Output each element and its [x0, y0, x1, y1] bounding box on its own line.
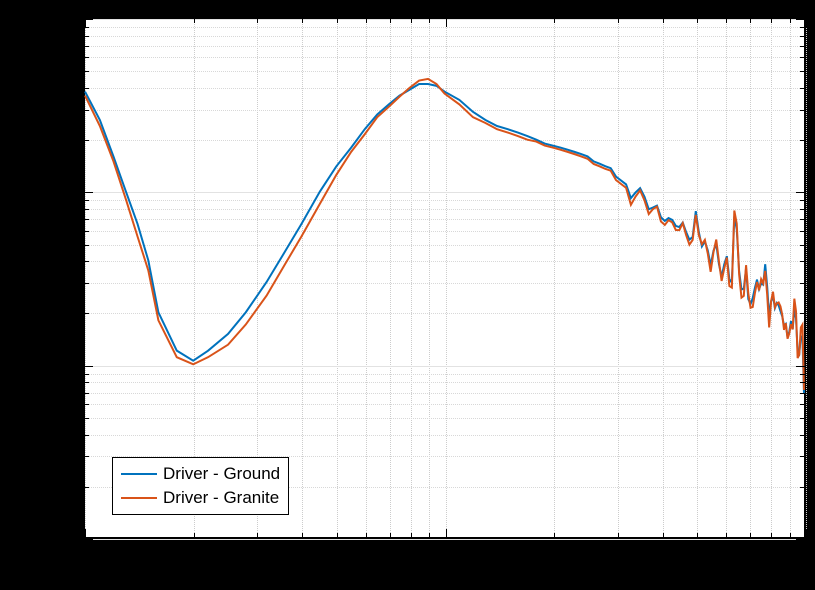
legend-swatch-0: [121, 473, 157, 475]
series-0: [85, 84, 804, 393]
xtick-label: 102: [433, 542, 459, 565]
ytick-label: 10-5: [49, 354, 79, 377]
legend-label-0: Driver - Ground: [163, 464, 280, 484]
legend-entry-1: Driver - Granite: [121, 486, 280, 510]
ytick-label: 10-4: [49, 181, 79, 204]
legend: Driver - Ground Driver - Granite: [112, 457, 289, 515]
legend-label-1: Driver - Granite: [163, 488, 279, 508]
chart-plot-area: Driver - Ground Driver - Granite 1011021…: [84, 18, 805, 538]
legend-entry-0: Driver - Ground: [121, 462, 280, 486]
ytick-label: 10-3: [49, 8, 79, 31]
ytick-label: 10-6: [49, 528, 79, 551]
legend-swatch-1: [121, 497, 157, 499]
series-1: [85, 79, 804, 390]
xtick-label: 103: [793, 542, 815, 565]
